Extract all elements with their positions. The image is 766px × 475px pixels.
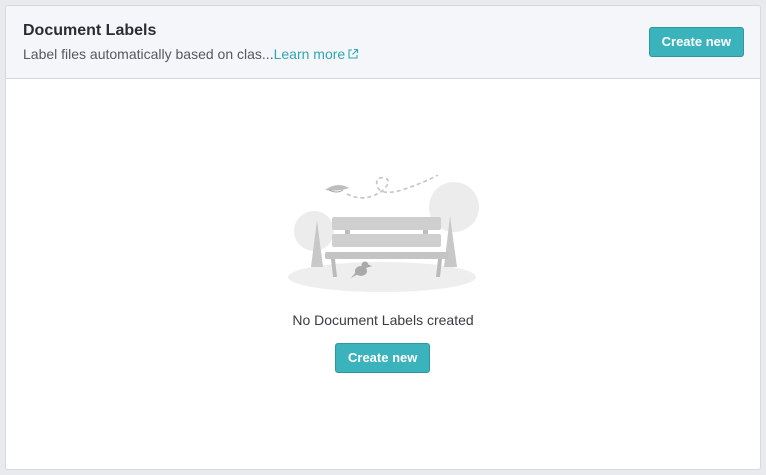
create-new-button[interactable]: Create new (648, 27, 744, 57)
external-link-icon (348, 48, 359, 59)
empty-state: No Document Labels created Create new (6, 80, 760, 469)
park-bench-illustration (288, 175, 479, 292)
learn-more-label: Learn more (273, 46, 346, 62)
empty-state-message: No Document Labels created (292, 312, 474, 328)
subtitle-text: Label files automatically based on clas.… (23, 46, 274, 62)
learn-more-link[interactable]: Learn more (274, 46, 360, 62)
card-header: Document Labels Label files automaticall… (6, 6, 760, 79)
page-title: Document Labels (23, 22, 157, 39)
page-subtitle: Label files automatically based on clas.… (23, 46, 359, 62)
empty-state-create-button[interactable]: Create new (335, 343, 431, 373)
document-labels-card: Document Labels Label files automaticall… (5, 5, 761, 470)
